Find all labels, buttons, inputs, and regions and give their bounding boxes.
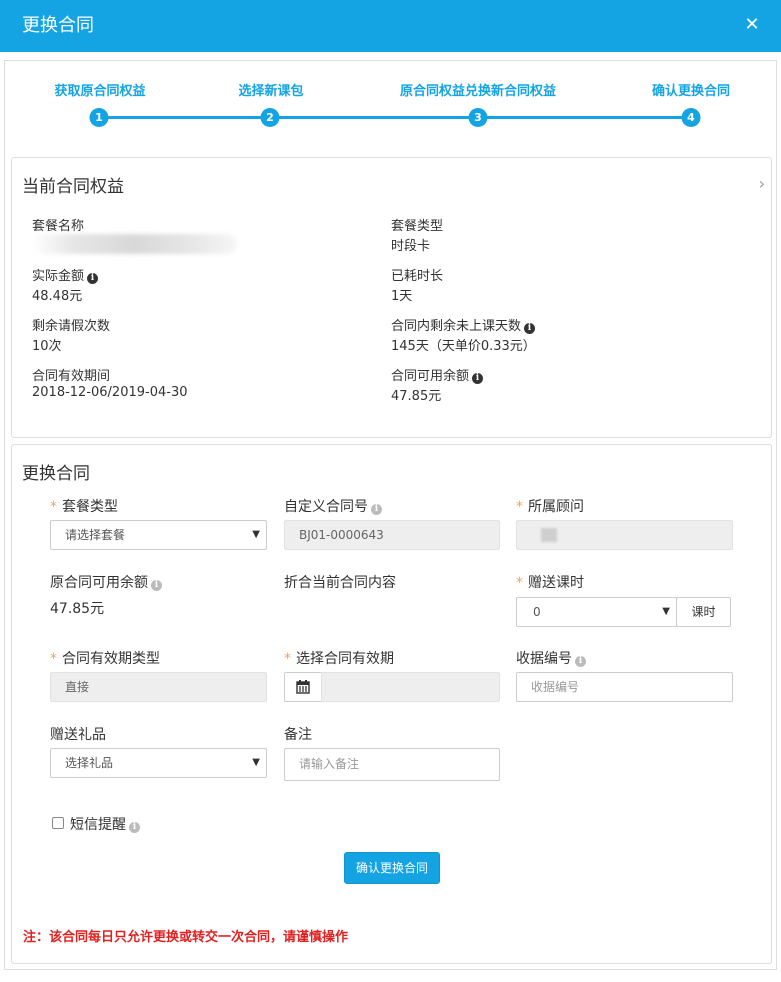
package-type-label: * 套餐类型	[50, 499, 118, 515]
info-icon[interactable]: i	[87, 273, 99, 284]
package-name-label: 套餐名称	[32, 219, 85, 234]
package-type-value: 时段卡	[391, 239, 431, 254]
gift-hours-label: * 赠送课时	[516, 575, 584, 591]
remain-days-label: 合同内剩余未上课天数 i	[391, 315, 536, 334]
change-contract-panel: 更换合同 * 套餐类型 请选择套餐 ▼ 自定义合同号 i BJ01-0000643 *…	[11, 444, 772, 964]
advisor-label: * 所属顾问	[516, 499, 584, 515]
info-icon[interactable]: i	[371, 504, 382, 515]
custom-no-label: 自定义合同号 i	[284, 496, 382, 516]
caret-down-icon: ▼	[662, 606, 670, 617]
leave-label: 剩余请假次数	[32, 319, 111, 334]
advisor-input[interactable]	[516, 520, 733, 550]
advisor-blurred	[541, 528, 557, 542]
remark-input[interactable]: 请输入备注	[284, 748, 500, 781]
validity-label: * 选择合同有效期	[284, 651, 394, 667]
receipt-input[interactable]: 收据编号	[516, 672, 733, 702]
used-label: 已耗时长	[391, 269, 444, 284]
info-icon[interactable]: i	[129, 822, 140, 833]
amount-value: 48.48元	[32, 289, 83, 304]
balance-label: 合同可用余额 i	[391, 365, 484, 384]
package-type-label: 套餐类型	[391, 219, 444, 234]
validity-date-input[interactable]	[321, 672, 500, 702]
sms-label: 短信提醒 i	[70, 814, 140, 834]
period-value: 2018-12-06/2019-04-30	[32, 385, 188, 400]
chevron-right-icon[interactable]: ›	[759, 174, 765, 193]
panel-title: 更换合同	[22, 464, 90, 484]
modal-body: 获取原合同权益 选择新课包 原合同权益兑换新合同权益 确认更换合同 1 2 3 …	[4, 60, 777, 970]
custom-no-input[interactable]: BJ01-0000643	[284, 520, 500, 550]
sms-checkbox[interactable]	[52, 817, 64, 829]
info-icon[interactable]: i	[472, 373, 484, 384]
panel-title: 当前合同权益	[22, 177, 124, 197]
info-icon[interactable]: i	[151, 580, 162, 591]
step-2-dot[interactable]: 2	[260, 108, 280, 127]
discount-label: 折合当前合同内容	[284, 575, 396, 591]
warning-text: 注：该合同每日只允许更换或转交一次合同，请谨慎操作	[23, 930, 349, 945]
info-icon[interactable]: i	[524, 323, 536, 334]
close-icon[interactable]: ✕	[743, 16, 761, 34]
gift-label: 赠送礼品	[50, 727, 106, 743]
calendar-icon[interactable]	[284, 672, 322, 702]
stepper: 获取原合同权益 选择新课包 原合同权益兑换新合同权益 确认更换合同 1 2 3 …	[5, 61, 776, 151]
used-value: 1天	[391, 289, 413, 304]
change-contract-modal: 更换合同 ✕ 获取原合同权益 选择新课包 原合同权益兑换新合同权益 确认更换合同…	[0, 0, 781, 982]
period-label: 合同有效期间	[32, 369, 111, 384]
gift-select[interactable]: 选择礼品 ▼	[50, 748, 267, 778]
balance-value: 47.85元	[391, 389, 442, 404]
modal-header: 更换合同 ✕	[0, 0, 781, 52]
info-icon[interactable]: i	[575, 656, 586, 667]
validity-type-label: * 合同有效期类型	[50, 651, 160, 667]
confirm-change-button[interactable]: 确认更换合同	[344, 852, 440, 884]
modal-title: 更换合同	[22, 15, 94, 36]
amount-label: 实际金额 i	[32, 265, 99, 284]
receipt-label: 收据编号 i	[516, 648, 586, 668]
current-contract-panel: 当前合同权益 › 套餐名称 套餐类型 时段卡 实际金额 i 48.48元 已耗时长…	[11, 157, 772, 438]
step-3-dot[interactable]: 3	[468, 108, 488, 127]
remain-days-value: 145天（天单价0.33元）	[391, 339, 536, 354]
validity-type-input[interactable]: 直接	[50, 672, 267, 702]
caret-down-icon: ▼	[252, 529, 260, 540]
package-name-blurred	[32, 234, 237, 254]
step-2-label[interactable]: 选择新课包	[238, 80, 303, 99]
orig-balance-value: 47.85元	[50, 601, 105, 617]
caret-down-icon: ▼	[252, 757, 260, 768]
step-3-label[interactable]: 原合同权益兑换新合同权益	[400, 80, 556, 99]
orig-balance-label: 原合同可用余额 i	[50, 572, 162, 592]
gift-hours-select[interactable]: 0 ▼	[516, 597, 677, 627]
step-4-label[interactable]: 确认更换合同	[652, 80, 730, 99]
package-type-select[interactable]: 请选择套餐 ▼	[50, 520, 267, 550]
leave-value: 10次	[32, 339, 62, 354]
step-1-dot[interactable]: 1	[89, 108, 109, 127]
stepper-line	[99, 116, 691, 119]
gift-hours-unit: 课时	[676, 597, 731, 627]
step-4-dot[interactable]: 4	[681, 108, 701, 127]
remark-label: 备注	[284, 727, 312, 743]
step-1-label[interactable]: 获取原合同权益	[54, 80, 145, 99]
